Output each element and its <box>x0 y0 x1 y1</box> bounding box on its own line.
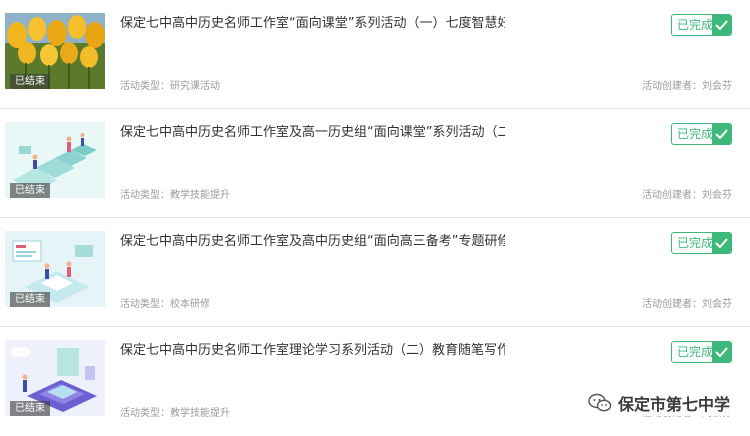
completed-button[interactable]: 已完成 <box>671 341 732 363</box>
activity-type-label: 活动类型： <box>120 81 170 92</box>
creator-label: 活动创建者： <box>642 190 702 201</box>
activity-title[interactable]: 保定七中高中历史名师工作室及高一历史组“面向课堂”系列活动（二… <box>120 121 505 140</box>
checkmark-icon <box>712 342 731 362</box>
wechat-logo-icon <box>588 393 612 412</box>
watermark-text: 保定市第七中学 <box>617 395 730 414</box>
list-item[interactable]: 已结束 保定七中高中历史名师工作室“面向课堂”系列活动（一）七度智慧好… 已完成… <box>0 0 750 109</box>
checkmark-icon <box>712 124 731 144</box>
activity-list: 已结束 保定七中高中历史名师工作室“面向课堂”系列活动（一）七度智慧好… 已完成… <box>0 0 750 436</box>
activity-type: 活动类型：教学技能提升 <box>120 186 230 201</box>
completed-label: 已完成 <box>677 127 714 141</box>
activity-type: 活动类型：教学技能提升 <box>120 404 230 419</box>
activity-type: 活动类型：研究课活动 <box>120 77 220 92</box>
activity-type: 活动类型：校本研修 <box>120 295 210 310</box>
checkmark-icon <box>712 15 731 35</box>
creator-name: 刘会芬 <box>702 81 732 92</box>
activity-type-label: 活动类型： <box>120 190 170 201</box>
thumbnail-image[interactable]: 已结束 <box>5 340 105 416</box>
creator-label: 活动创建者： <box>642 299 702 310</box>
completed-button[interactable]: 已完成 <box>671 123 732 145</box>
activity-type-value: 教学技能提升 <box>170 408 230 419</box>
thumbnail-image[interactable]: 已结束 <box>5 122 105 198</box>
activity-title[interactable]: 保定七中高中历史名师工作室及高中历史组“面向高三备考”专题研修… <box>120 230 505 249</box>
completed-label: 已完成 <box>677 18 714 32</box>
list-item[interactable]: 已结束 保定七中高中历史名师工作室理论学习系列活动（二）教育随笔写作… 已完成 … <box>0 327 750 436</box>
activity-type-value: 教学技能提升 <box>170 190 230 201</box>
thumbnail-image[interactable]: 已结束 <box>5 13 105 89</box>
list-item[interactable]: 已结束 保定七中高中历史名师工作室及高一历史组“面向课堂”系列活动（二… 已完成… <box>0 109 750 218</box>
wechat-watermark: 保定市第七中学 <box>585 390 732 416</box>
list-item[interactable]: 已结束 保定七中高中历史名师工作室及高中历史组“面向高三备考”专题研修… 已完成… <box>0 218 750 327</box>
checkmark-icon <box>712 233 731 253</box>
status-badge: 已结束 <box>10 401 50 416</box>
activity-creator: 活动创建者：刘会芬 <box>642 186 732 201</box>
completed-button[interactable]: 已完成 <box>671 232 732 254</box>
status-badge: 已结束 <box>10 292 50 307</box>
thumbnail-image[interactable]: 已结束 <box>5 231 105 307</box>
activity-title[interactable]: 保定七中高中历史名师工作室理论学习系列活动（二）教育随笔写作… <box>120 339 505 358</box>
activity-type-label: 活动类型： <box>120 299 170 310</box>
activity-title[interactable]: 保定七中高中历史名师工作室“面向课堂”系列活动（一）七度智慧好… <box>120 12 505 31</box>
completed-label: 已完成 <box>677 236 714 250</box>
activity-type-value: 校本研修 <box>170 299 210 310</box>
status-badge: 已结束 <box>10 183 50 198</box>
creator-name: 刘会芬 <box>702 190 732 201</box>
activity-creator: 活动创建者：刘会芬 <box>642 295 732 310</box>
activity-type-label: 活动类型： <box>120 408 170 419</box>
status-badge: 已结束 <box>10 74 50 89</box>
creator-label: 活动创建者： <box>642 81 702 92</box>
activity-type-value: 研究课活动 <box>170 81 220 92</box>
creator-name: 刘会芬 <box>702 299 732 310</box>
activity-creator: 活动创建者：刘会芬 <box>642 77 732 92</box>
completed-button[interactable]: 已完成 <box>671 14 732 36</box>
completed-label: 已完成 <box>677 345 714 359</box>
